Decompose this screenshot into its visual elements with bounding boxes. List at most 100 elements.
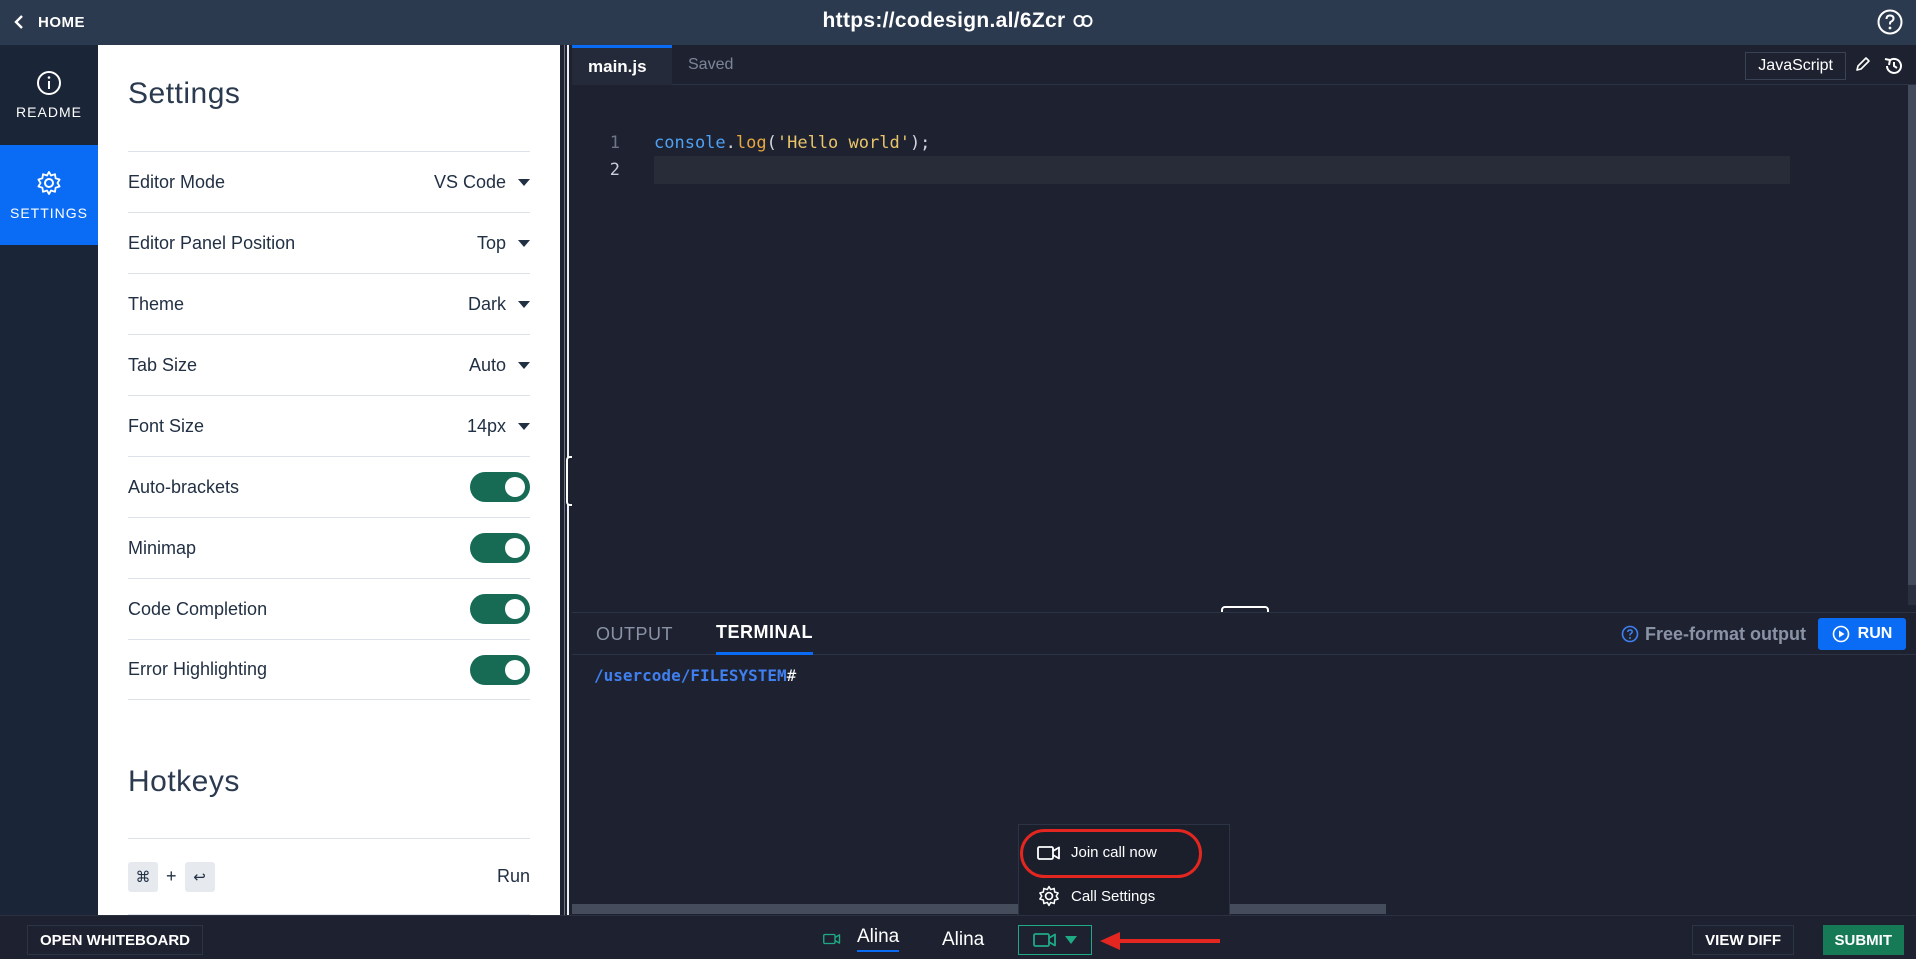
editor-scrollbar[interactable] xyxy=(1908,85,1916,605)
call-settings-item[interactable]: Call Settings xyxy=(1037,884,1155,908)
link-icon xyxy=(1073,15,1093,27)
line-number: 1 xyxy=(609,133,620,153)
code-line[interactable]: console.log('Hello world'); xyxy=(654,133,930,153)
output-panel: OUTPUT TERMINAL Free-format output RUN /… xyxy=(572,612,1916,915)
nav-readme-label: README xyxy=(16,104,82,120)
language-select[interactable]: JavaScript xyxy=(1745,52,1846,80)
tab-terminal[interactable]: TERMINAL xyxy=(716,613,813,655)
setting-minimap: Minimap xyxy=(128,517,530,578)
help-icon[interactable] xyxy=(1876,8,1904,41)
setting-panel-position: Editor Panel Position Top xyxy=(128,212,530,273)
horizontal-scrollbar[interactable] xyxy=(572,904,1386,914)
open-whiteboard-button[interactable]: OPEN WHITEBOARD xyxy=(27,925,203,955)
video-camera-icon xyxy=(823,933,841,945)
setting-label: Error Highlighting xyxy=(128,659,268,679)
code-editor: main.js Saved JavaScript 1 console.log('… xyxy=(572,45,1916,610)
caret-down-icon xyxy=(518,422,530,430)
video-camera-icon xyxy=(1033,933,1056,947)
play-circle-icon xyxy=(1832,625,1849,643)
nav-settings[interactable]: SETTINGS xyxy=(0,145,98,245)
select-value: Auto xyxy=(468,354,506,375)
reset-icon[interactable] xyxy=(1882,54,1906,83)
setting-label: Auto-brackets xyxy=(128,476,240,497)
setting-label: Code Completion xyxy=(128,598,268,619)
code-token: console xyxy=(654,133,726,153)
setting-error-highlighting: Error Highlighting xyxy=(128,639,530,700)
setting-label: Font Size xyxy=(128,415,205,436)
share-url[interactable]: https://codesign.al/6Zcr xyxy=(0,9,1916,33)
code-token: 'Hello world' xyxy=(776,133,910,153)
tab-size-select[interactable]: Auto xyxy=(469,355,530,376)
caret-down-icon xyxy=(1065,936,1077,944)
setting-label: Minimap xyxy=(128,537,197,558)
minimap-toggle[interactable] xyxy=(470,533,530,563)
hotkey-row-run: ⌘ + ↩ Run xyxy=(128,838,530,915)
command-key: ⌘ xyxy=(128,861,158,892)
file-tab-label: main.js xyxy=(588,56,647,76)
line-number: 2 xyxy=(609,160,620,180)
code-token: ( xyxy=(766,133,777,153)
setting-editor-mode: Editor Mode VS Code xyxy=(128,151,530,212)
enter-key: ↩ xyxy=(184,861,215,892)
call-settings-label: Call Settings xyxy=(1071,887,1156,905)
hotkey-keys: ⌘ + ↩ xyxy=(128,861,215,892)
top-bar: HOME https://codesign.al/6Zcr xyxy=(0,0,1916,45)
free-format-label: Free-format output xyxy=(1645,623,1806,644)
error-highlighting-toggle[interactable] xyxy=(470,654,530,685)
panel-position-select[interactable]: Top xyxy=(477,233,530,254)
participant-name: Alina xyxy=(942,929,985,950)
annotation-arrow xyxy=(1100,932,1220,950)
setting-code-completion: Code Completion xyxy=(128,578,530,639)
caret-down-icon xyxy=(518,361,530,369)
free-format-output[interactable]: Free-format output xyxy=(1621,621,1806,647)
setting-label: Tab Size xyxy=(128,354,198,375)
run-button[interactable]: RUN xyxy=(1818,618,1906,650)
participant: Alina xyxy=(823,922,900,956)
code-token: log xyxy=(735,133,767,153)
call-dropdown-button[interactable] xyxy=(1018,925,1092,955)
submit-button[interactable]: SUBMIT xyxy=(1822,925,1904,955)
pencil-icon[interactable] xyxy=(1854,55,1872,78)
caret-down-icon xyxy=(518,239,530,247)
caret-down-icon xyxy=(518,178,530,186)
code-token: ); xyxy=(909,133,931,153)
view-diff-button[interactable]: VIEW DIFF xyxy=(1692,925,1794,955)
setting-theme: Theme Dark xyxy=(128,273,530,334)
select-value: 14px xyxy=(466,415,506,436)
scrollbar-thumb[interactable] xyxy=(1908,85,1916,585)
nav-readme[interactable]: README xyxy=(0,45,98,145)
theme-select[interactable]: Dark xyxy=(468,294,530,315)
annotation-circle xyxy=(1020,829,1202,878)
url-text: https://codesign.al/6Zcr xyxy=(822,9,1066,32)
setting-font-size: Font Size 14px xyxy=(128,395,530,456)
setting-label: Editor Panel Position xyxy=(128,232,296,253)
auto-brackets-toggle[interactable] xyxy=(470,472,530,502)
setting-tab-size: Tab Size Auto xyxy=(128,334,530,395)
help-icon xyxy=(1621,625,1639,643)
editor-tabs: main.js Saved JavaScript xyxy=(572,45,1916,85)
file-tab-main[interactable]: main.js xyxy=(572,45,672,85)
save-status: Saved xyxy=(688,56,734,73)
prompt-path: /usercode/FILESYSTEM xyxy=(594,666,787,685)
setting-label: Editor Mode xyxy=(128,171,226,192)
select-value: Top xyxy=(476,232,506,253)
font-size-select[interactable]: 14px xyxy=(467,416,530,437)
output-tabs: OUTPUT TERMINAL Free-format output RUN xyxy=(572,613,1916,655)
bottom-bar: OPEN WHITEBOARD Alina Alina VIEW DIFF SU… xyxy=(0,915,1916,959)
gear-icon xyxy=(1039,885,1059,907)
editor-mode-select[interactable]: VS Code xyxy=(434,172,530,193)
hotkeys-title: Hotkeys xyxy=(128,765,240,798)
current-line-highlight xyxy=(654,156,1790,184)
code-completion-toggle[interactable] xyxy=(470,594,530,624)
caret-down-icon xyxy=(518,300,530,308)
hotkey-action: Run xyxy=(496,866,530,886)
plus-sign: + xyxy=(166,866,177,886)
terminal-prompt[interactable]: /usercode/FILESYSTEM# xyxy=(594,666,796,685)
tab-output[interactable]: OUTPUT xyxy=(596,613,673,655)
code-token: . xyxy=(725,133,736,153)
run-label: RUN xyxy=(1857,625,1893,642)
settings-title: Settings xyxy=(128,77,241,110)
setting-label: Theme xyxy=(128,293,185,314)
select-value: Dark xyxy=(467,293,506,314)
setting-auto-brackets: Auto-brackets xyxy=(128,456,530,517)
